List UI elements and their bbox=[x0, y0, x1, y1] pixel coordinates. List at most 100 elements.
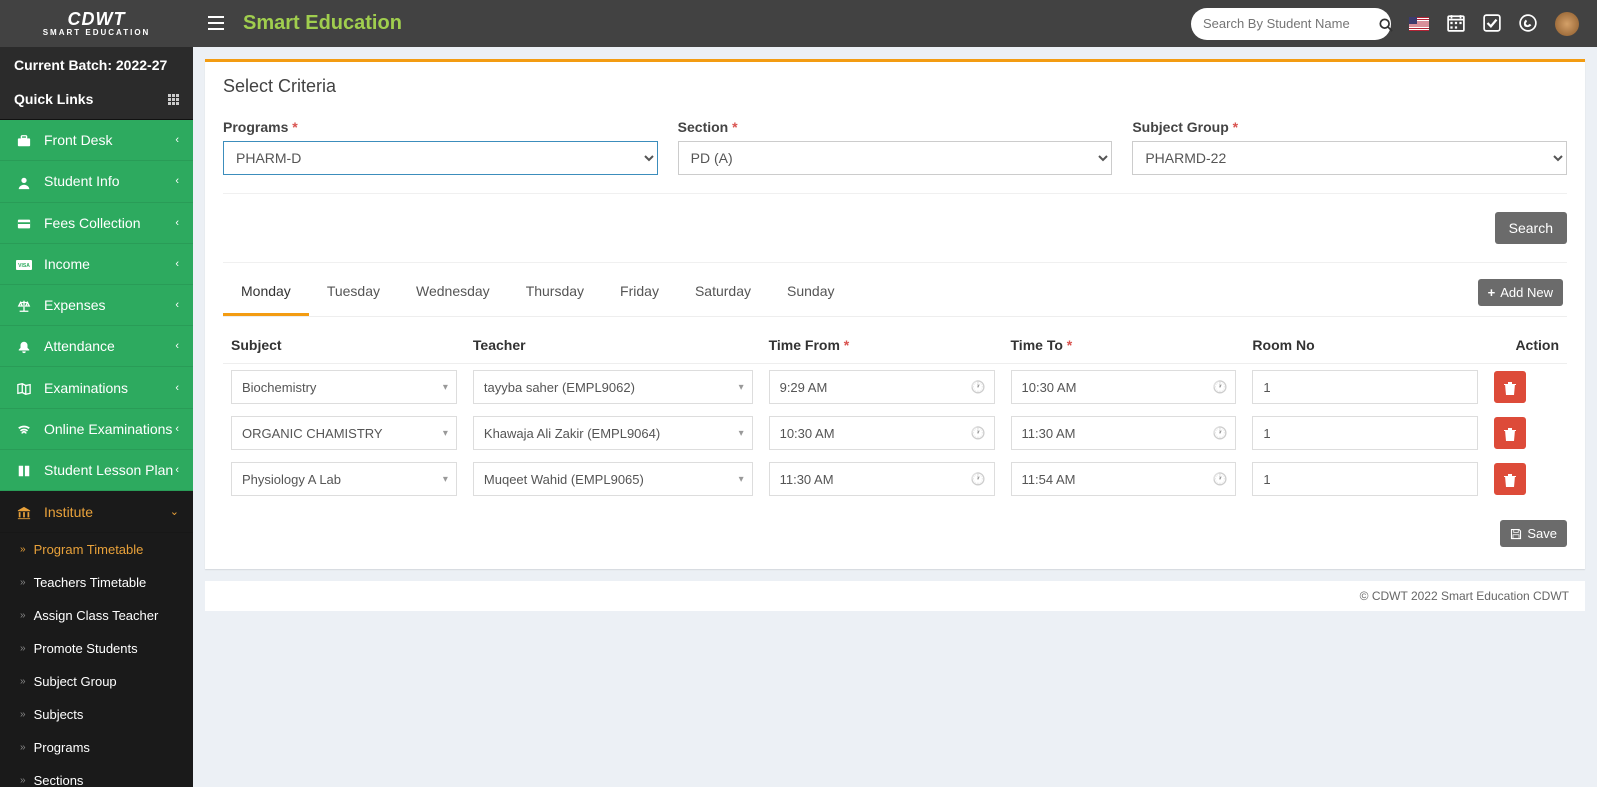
chevron-right-icon: » bbox=[20, 775, 26, 786]
submenu-program-timetable[interactable]: »Program Timetable bbox=[0, 533, 193, 566]
submenu-promote-students[interactable]: »Promote Students bbox=[0, 632, 193, 665]
header-right bbox=[1191, 8, 1597, 40]
sidebar-item-student-info[interactable]: Student Info‹ bbox=[0, 161, 193, 202]
task-check-icon[interactable] bbox=[1483, 14, 1501, 32]
sidebar-item-fees-collection[interactable]: Fees Collection‹ bbox=[0, 203, 193, 244]
submenu-assign-class-teacher[interactable]: »Assign Class Teacher bbox=[0, 599, 193, 632]
subjectgroup-select[interactable]: PHARMD-22 bbox=[1132, 141, 1567, 175]
submenu-subjects[interactable]: »Subjects bbox=[0, 698, 193, 731]
tab-monday[interactable]: Monday bbox=[223, 269, 309, 316]
subject-select[interactable]: Physiology A Lab bbox=[231, 462, 457, 496]
institute-submenu: »Program Timetable » Teachers Timetable »As… bbox=[0, 533, 193, 787]
timetable-body: Biochemistry tayyba saher (EMPL9062) 9:2… bbox=[223, 364, 1567, 503]
sidebar-item-label: Front Desk bbox=[44, 132, 112, 148]
tab-sunday[interactable]: Sunday bbox=[769, 269, 852, 316]
chevron-right-icon: » bbox=[20, 577, 26, 588]
criteria-row: Programs * PHARM-D Section * PD (A) Subj… bbox=[223, 119, 1567, 194]
sidebar-item-student-lesson-plan[interactable]: Student Lesson Plan‹ bbox=[0, 450, 193, 491]
delete-button[interactable] bbox=[1494, 417, 1526, 449]
table-row: Biochemistry tayyba saher (EMPL9062) 9:2… bbox=[223, 364, 1567, 411]
tab-saturday[interactable]: Saturday bbox=[677, 269, 769, 316]
user-avatar[interactable] bbox=[1555, 12, 1579, 36]
book-icon bbox=[14, 462, 34, 478]
tab-tuesday[interactable]: Tuesday bbox=[309, 269, 398, 316]
sidebar-item-online-examinations[interactable]: Online Examinations‹ bbox=[0, 409, 193, 450]
add-new-label: Add New bbox=[1500, 285, 1553, 300]
sidebar-item-label: Examinations bbox=[44, 380, 128, 396]
chevron-left-icon: ‹ bbox=[175, 382, 179, 394]
plus-icon: + bbox=[1488, 285, 1496, 300]
col-room: Room No bbox=[1244, 327, 1486, 364]
student-search[interactable] bbox=[1191, 8, 1391, 40]
tab-wednesday[interactable]: Wednesday bbox=[398, 269, 508, 316]
subject-select[interactable]: Biochemistry bbox=[231, 370, 457, 404]
programs-select[interactable]: PHARM-D bbox=[223, 141, 658, 175]
whatsapp-icon[interactable] bbox=[1519, 14, 1537, 32]
room-input[interactable] bbox=[1252, 370, 1478, 404]
sidebar-item-institute[interactable]: Institute ⌄ bbox=[0, 491, 193, 532]
submenu-teachers-timetable[interactable]: » Teachers Timetable bbox=[0, 566, 193, 599]
submenu-sections[interactable]: »Sections bbox=[0, 764, 193, 787]
menu-toggle-icon[interactable] bbox=[193, 15, 239, 33]
card-icon bbox=[14, 215, 34, 231]
calendar-icon[interactable] bbox=[1447, 14, 1465, 32]
save-row: Save bbox=[223, 520, 1567, 547]
tab-friday[interactable]: Friday bbox=[602, 269, 677, 316]
subjectgroup-field: Subject Group * PHARMD-22 bbox=[1132, 119, 1567, 175]
bank-icon bbox=[14, 503, 34, 519]
submenu-subject-group[interactable]: »Subject Group bbox=[0, 665, 193, 698]
chevron-left-icon: ‹ bbox=[175, 217, 179, 229]
room-input[interactable] bbox=[1252, 462, 1478, 496]
col-action: Action bbox=[1486, 327, 1567, 364]
sidebar-item-examinations[interactable]: Examinations ‹ bbox=[0, 367, 193, 408]
delete-button[interactable] bbox=[1494, 371, 1526, 403]
delete-button[interactable] bbox=[1494, 463, 1526, 495]
sidebar-item-income[interactable]: VISAIncome‹ bbox=[0, 244, 193, 285]
teacher-select[interactable]: Muqeet Wahid (EMPL9065) bbox=[473, 462, 753, 496]
search-icon[interactable] bbox=[1379, 15, 1393, 31]
timetable: Subject Teacher Time From * Time To * Ro… bbox=[223, 327, 1567, 502]
add-new-button[interactable]: + Add New bbox=[1478, 279, 1563, 306]
tab-thursday[interactable]: Thursday bbox=[508, 269, 602, 316]
search-input[interactable] bbox=[1203, 16, 1379, 31]
chevron-down-icon: ⌄ bbox=[170, 505, 179, 518]
submenu-label: Teachers Timetable bbox=[34, 575, 147, 590]
search-button[interactable]: Search bbox=[1495, 212, 1567, 244]
chevron-left-icon: ‹ bbox=[175, 134, 179, 146]
col-teacher: Teacher bbox=[465, 327, 761, 364]
sidebar-item-expenses[interactable]: Expenses‹ bbox=[0, 285, 193, 326]
sidebar-item-front-desk[interactable]: Front Desk ‹ bbox=[0, 120, 193, 161]
timefrom-input[interactable]: 10:30 AM bbox=[769, 416, 995, 450]
app-title: Smart Education bbox=[243, 12, 402, 35]
timeto-input[interactable]: 10:30 AM bbox=[1011, 370, 1237, 404]
sidebar-item-label: Institute bbox=[44, 504, 93, 520]
teacher-select[interactable]: tayyba saher (EMPL9062) bbox=[473, 370, 753, 404]
day-tabs: MondayTuesdayWednesdayThursdayFridaySatu… bbox=[223, 269, 1567, 317]
timefrom-input[interactable]: 11:30 AM bbox=[769, 462, 995, 496]
timefrom-input[interactable]: 9:29 AM bbox=[769, 370, 995, 404]
chevron-left-icon: ‹ bbox=[175, 464, 179, 476]
timeto-input[interactable]: 11:54 AM bbox=[1011, 462, 1237, 496]
sidebar-item-attendance[interactable]: Attendance‹ bbox=[0, 326, 193, 367]
quick-links-label: Quick Links bbox=[14, 91, 93, 107]
sidebar: Current Batch: 2022-27 Quick Links Front… bbox=[0, 47, 193, 787]
save-button[interactable]: Save bbox=[1500, 520, 1567, 547]
chevron-left-icon: ‹ bbox=[175, 340, 179, 352]
submenu-programs[interactable]: »Programs bbox=[0, 731, 193, 764]
sidebar-item-label: Income bbox=[44, 256, 90, 272]
chevron-right-icon: » bbox=[20, 709, 26, 720]
chevron-left-icon: ‹ bbox=[175, 423, 179, 435]
timeto-input[interactable]: 11:30 AM bbox=[1011, 416, 1237, 450]
logo-main: CDWT bbox=[68, 10, 126, 28]
section-select[interactable]: PD (A) bbox=[678, 141, 1113, 175]
search-row: Search bbox=[223, 194, 1567, 263]
timetable-head: Subject Teacher Time From * Time To * Ro… bbox=[223, 327, 1567, 364]
col-timeto: Time To * bbox=[1003, 327, 1245, 364]
scale-icon bbox=[14, 297, 34, 313]
subject-select[interactable]: ORGANIC CHAMISTRY bbox=[231, 416, 457, 450]
quick-links[interactable]: Quick Links bbox=[0, 83, 193, 120]
logo[interactable]: CDWT SMART EDUCATION bbox=[0, 10, 193, 37]
teacher-select[interactable]: Khawaja Ali Zakir (EMPL9064) bbox=[473, 416, 753, 450]
flag-us-icon[interactable] bbox=[1409, 17, 1429, 31]
room-input[interactable] bbox=[1252, 416, 1478, 450]
